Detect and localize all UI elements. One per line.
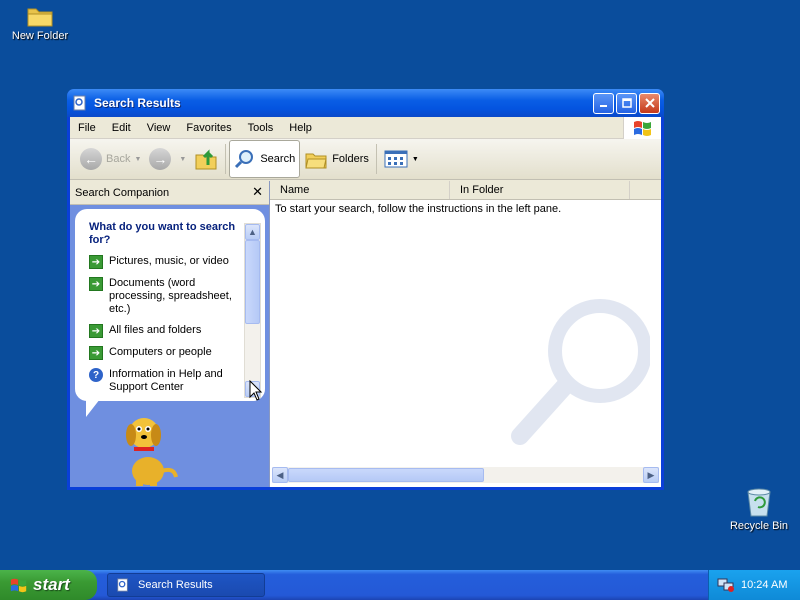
views-icon [384, 150, 408, 168]
clock[interactable]: 10:24 AM [741, 579, 787, 591]
desktop-icon-label: Recycle Bin [729, 520, 789, 532]
network-icon[interactable] [717, 577, 735, 593]
green-arrow-icon: ➔ [89, 277, 103, 291]
close-icon [644, 98, 655, 108]
search-option-label: Computers or people [109, 346, 212, 358]
search-companion-header: Search Companion ✕ [70, 181, 269, 205]
search-icon [235, 150, 254, 169]
bubble-tail [86, 399, 100, 417]
folders-icon [305, 153, 327, 169]
mouse-cursor-icon [249, 380, 263, 401]
views-button[interactable]: ▼ [380, 141, 423, 177]
up-folder-icon [195, 149, 217, 170]
green-arrow-icon: ➔ [89, 346, 103, 360]
toolbar-separator [375, 144, 377, 174]
minimize-icon [599, 105, 607, 107]
start-button[interactable]: start [0, 570, 97, 600]
search-window-icon [73, 95, 86, 111]
scroll-right-icon[interactable]: ▶ [643, 467, 659, 483]
system-tray: 10:24 AM [708, 570, 800, 600]
search-dog-icon[interactable] [120, 411, 180, 487]
menu-tools[interactable]: Tools [240, 122, 282, 134]
search-button[interactable]: Search [229, 140, 301, 178]
dropdown-arrow-icon: ▼ [179, 155, 187, 163]
search-option-label: Documents (word processing, spreadsheet,… [109, 277, 232, 315]
search-option[interactable]: ➔ Documents (word processing, spreadshee… [89, 277, 247, 316]
folders-label: Folders [332, 153, 369, 165]
search-label: Search [260, 153, 296, 165]
search-companion-pane: Search Companion ✕ What do you want to s… [70, 181, 270, 487]
menu-view[interactable]: View [139, 122, 179, 134]
windows-flag-icon [633, 121, 651, 136]
magnifier-watermark-icon [511, 299, 650, 445]
forward-arrow-icon: → [149, 148, 172, 170]
dropdown-arrow-icon: ▼ [134, 155, 142, 163]
windows-logo [623, 117, 661, 139]
menu-bar: File Edit View Favorites Tools Help [70, 117, 661, 139]
maximize-icon [621, 98, 632, 108]
search-options-bubble: What do you want to search for? ➔ Pictur… [75, 209, 265, 401]
taskbar: start Search Results 10:24 AM [0, 570, 800, 600]
dropdown-arrow-icon: ▼ [411, 155, 419, 163]
search-option-label: Information in Help and Support Center [109, 368, 223, 393]
column-in-folder[interactable]: In Folder [450, 181, 630, 199]
folder-icon [27, 8, 53, 27]
scroll-up-icon[interactable]: ▲ [245, 224, 260, 240]
back-arrow-icon: ← [80, 148, 102, 170]
green-arrow-icon: ➔ [89, 255, 103, 269]
search-window-icon [117, 578, 128, 592]
taskbar-item-label: Search Results [138, 579, 213, 591]
column-header: Name In Folder [270, 181, 661, 200]
green-arrow-icon: ➔ [89, 324, 103, 338]
up-folder-button[interactable] [190, 141, 222, 177]
toolbar-separator [225, 144, 227, 174]
search-results-window: Search Results File Edit View Favorites … [67, 89, 664, 490]
minimize-button[interactable] [593, 92, 614, 114]
search-option-label: All files and folders [109, 324, 202, 336]
horizontal-scroll-thumb[interactable] [288, 468, 484, 482]
desktop-icon-recycle-bin[interactable]: Recycle Bin [719, 486, 799, 532]
menu-edit[interactable]: Edit [104, 122, 139, 134]
close-button[interactable] [639, 92, 660, 114]
window-title: Search Results [94, 96, 181, 110]
search-option[interactable]: ? Information in Help and Support Center [89, 368, 247, 394]
close-pane-icon[interactable]: ✕ [252, 184, 263, 200]
search-option[interactable]: ➔ Computers or people [89, 346, 247, 360]
search-option-label: Pictures, music, or video [109, 255, 229, 267]
scroll-left-icon[interactable]: ◀ [272, 467, 288, 483]
maximize-button[interactable] [616, 92, 637, 114]
search-companion-title: Search Companion [75, 186, 170, 199]
back-button[interactable]: ← Back ▼ [76, 141, 145, 177]
taskbar-item-search-results[interactable]: Search Results [107, 573, 265, 597]
recycle-bin-icon [747, 488, 771, 517]
desktop-icon-new-folder[interactable]: New Folder [0, 4, 80, 42]
desktop-icon-label: New Folder [11, 30, 69, 42]
toolbar: ← Back ▼ → ▼ Search Folders ▼ [70, 139, 661, 180]
windows-flag-icon [10, 578, 27, 593]
search-question: What do you want to search for? [89, 221, 236, 246]
vertical-scrollbar[interactable]: ▲ ▼ [244, 223, 261, 398]
menu-file[interactable]: File [70, 122, 104, 134]
menu-help[interactable]: Help [281, 122, 320, 134]
instructions-text: To start your search, follow the instruc… [275, 203, 562, 215]
title-bar[interactable]: Search Results [67, 89, 664, 117]
search-option[interactable]: ➔ Pictures, music, or video [89, 255, 247, 269]
back-label: Back [106, 153, 131, 165]
results-pane: Name In Folder To start your search, fol… [270, 181, 661, 487]
help-icon: ? [89, 368, 103, 382]
column-name[interactable]: Name [270, 181, 450, 199]
menu-favorites[interactable]: Favorites [178, 122, 239, 134]
folders-button[interactable]: Folders [300, 141, 373, 177]
scroll-thumb[interactable] [245, 240, 260, 324]
forward-button[interactable]: → ▼ [145, 141, 190, 177]
horizontal-scrollbar[interactable]: ◀ ▶ [272, 467, 659, 483]
search-option[interactable]: ➔ All files and folders [89, 324, 247, 338]
start-label: start [33, 575, 70, 594]
